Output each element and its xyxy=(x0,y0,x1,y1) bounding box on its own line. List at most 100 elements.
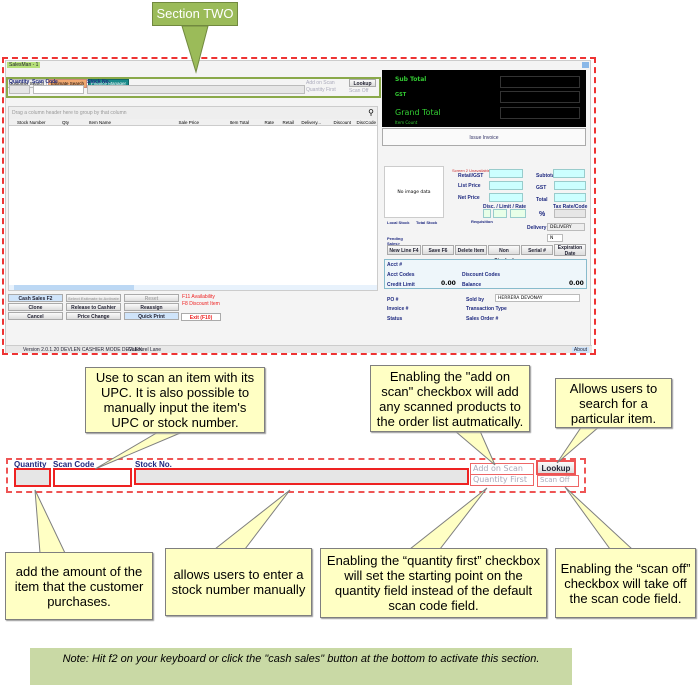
lookup-button[interactable]: Lookup xyxy=(349,79,376,87)
totals-panel: Sub Total GST Grand Total Item Count xyxy=(382,70,586,127)
scan-off-checkbox[interactable]: Scan Off xyxy=(349,88,368,94)
transaction-type-label: Transaction Type xyxy=(466,306,507,312)
sub-total-label: Sub Total xyxy=(395,76,427,83)
exit-button[interactable]: Exit (F10) xyxy=(181,313,221,321)
issue-invoice-button[interactable]: Issue Invoice xyxy=(382,128,586,146)
list-price-input[interactable] xyxy=(489,181,523,190)
col-retail[interactable]: Retail xyxy=(274,119,294,125)
clone-button[interactable]: Clone xyxy=(8,303,63,311)
disc-input[interactable] xyxy=(483,209,491,218)
version-text: Version 2.0.1.20 DEVLEN CASHIER MODE DEV… xyxy=(23,347,142,353)
sales-order-label: Sales Order # xyxy=(466,316,499,322)
search-icon[interactable]: ⚲ xyxy=(368,108,374,117)
list-price-label: List Price xyxy=(458,183,481,189)
zoom-scan-off-checkbox[interactable]: Scan Off xyxy=(537,475,579,487)
scan-code-input[interactable] xyxy=(33,85,84,94)
zoom-quantity-input[interactable] xyxy=(14,468,51,487)
zoom-quantity-first-checkbox[interactable]: Quantity First xyxy=(470,474,534,486)
location-text: Gabourel Lane xyxy=(128,347,162,353)
discount-hint: F8 Discount Item xyxy=(182,301,220,307)
group-hint: Drag a column header here to group by th… xyxy=(9,107,377,119)
col-delivery[interactable]: Delivery... xyxy=(294,119,321,125)
callout-scan-code: Use to scan an item with its UPC. It is … xyxy=(85,367,265,433)
sold-by-label: Sold by xyxy=(466,297,485,303)
quantity-input[interactable] xyxy=(9,85,30,94)
release-button[interactable]: Release to Cashier xyxy=(66,303,121,311)
col-qty[interactable]: Qty xyxy=(62,119,89,125)
save-button[interactable]: Save F6 xyxy=(422,245,454,255)
gst-input[interactable] xyxy=(554,181,586,190)
retail-input[interactable] xyxy=(489,169,523,178)
discount-codes-label: Discount Codes xyxy=(462,272,501,278)
quantity-first-checkbox[interactable]: Quantity First xyxy=(306,87,336,93)
tax-rate-input[interactable] xyxy=(554,209,586,218)
limit-input[interactable] xyxy=(493,209,507,218)
net-price-input[interactable] xyxy=(489,193,523,202)
availability-hint: F11 Availability xyxy=(182,294,215,300)
close-button[interactable] xyxy=(582,62,589,68)
total-label: Total xyxy=(536,197,548,203)
note-box: Note: Hit f2 on your keyboard or click t… xyxy=(30,648,572,685)
delivery-select[interactable]: DELIVERY xyxy=(547,223,585,231)
gst-label-2: GST xyxy=(536,185,547,191)
col-rate[interactable]: Rate xyxy=(249,119,274,125)
price-change-button[interactable]: Price Change xyxy=(66,312,121,320)
col-item-name[interactable]: Item Name xyxy=(89,119,159,125)
new-line-button[interactable]: New Line F4 xyxy=(387,245,421,255)
callout-quantity: add the amount of the item that the cust… xyxy=(5,552,153,620)
about-button[interactable]: About xyxy=(571,347,589,353)
serial-button[interactable]: Serial # xyxy=(521,245,553,255)
credit-limit-value: 0.00 xyxy=(441,280,456,287)
grand-total-label: Grand Total xyxy=(395,108,441,117)
add-on-scan-checkbox[interactable]: Add on Scan xyxy=(306,80,335,86)
image-box: No image data xyxy=(384,166,444,218)
col-stock-number[interactable]: Stock Number xyxy=(9,119,62,125)
sold-by-select[interactable]: HERRERA DEVONAY xyxy=(495,294,580,302)
non-stocked-button[interactable]: Non Stocked xyxy=(488,245,520,264)
grid-header: Stock Number Qty Item Name Sale Price Item T… xyxy=(9,119,377,126)
items-grid[interactable]: Drag a column header here to group by th… xyxy=(8,106,378,291)
window-tab[interactable]: SalesMan - 1 xyxy=(7,62,41,68)
col-discount[interactable]: Discount xyxy=(321,119,351,125)
acct-codes-label: Acct Codes xyxy=(387,272,415,278)
balance-label: Balance xyxy=(462,282,482,288)
gst-value xyxy=(500,91,580,103)
n-select[interactable]: N xyxy=(547,234,563,242)
subtotal-input[interactable] xyxy=(553,169,585,178)
no-image-text: No image data xyxy=(397,190,431,195)
horizontal-scrollbar[interactable] xyxy=(9,285,377,290)
zoom-scan-code-input[interactable] xyxy=(53,468,132,487)
net-price-label: Net Price xyxy=(458,195,480,201)
callout-scan-off: Enabling the “scan off” checkbox will ta… xyxy=(555,548,696,618)
col-sale-price[interactable]: Sale Price xyxy=(159,119,199,125)
stock-no-input[interactable] xyxy=(87,85,305,94)
delivery-label: Delivery xyxy=(527,225,547,231)
total-stock-label: Total Stock xyxy=(416,220,438,225)
reset-button[interactable]: Reset xyxy=(124,294,179,302)
requisition-label: Requisition xyxy=(471,219,493,224)
callout-lookup: Allows users to search for a particular … xyxy=(555,378,672,428)
cash-sales-button[interactable]: Cash Sales F2 xyxy=(8,294,63,302)
select-estimate-button[interactable]: Select Estimate to Activate xyxy=(66,294,121,302)
callout-stock-no: allows users to enter a stock number man… xyxy=(165,548,312,616)
zoom-stock-no-input[interactable] xyxy=(134,468,469,485)
rate-input[interactable] xyxy=(510,209,526,218)
item-count-label: Item Count xyxy=(395,120,418,125)
zoom-lookup-button[interactable]: Lookup xyxy=(536,460,576,475)
col-disccode[interactable]: DiscCode xyxy=(351,119,376,125)
invoice-label: Invoice # xyxy=(387,306,409,312)
status-label: Status xyxy=(387,316,403,322)
status-bar: Version 2.0.1.20 DEVLEN CASHIER MODE DEV… xyxy=(6,345,592,353)
retail-label: Retail/GST xyxy=(458,173,484,179)
delete-item-button[interactable]: Delete Item xyxy=(455,245,487,255)
gst-label: GST xyxy=(395,92,407,98)
cancel-button[interactable]: Cancel xyxy=(8,312,63,320)
expiration-date-button[interactable]: Expiration Date xyxy=(554,244,586,257)
quick-print-button[interactable]: Quick Print xyxy=(124,312,179,320)
total-input[interactable] xyxy=(554,193,586,202)
balance-value: 0.00 xyxy=(569,280,584,287)
section-label: Section TWO xyxy=(152,2,238,26)
reassign-button[interactable]: Reassign xyxy=(124,303,179,311)
col-item-total[interactable]: Item Total xyxy=(199,119,249,125)
local-stock-label: Local Stock xyxy=(387,220,410,225)
